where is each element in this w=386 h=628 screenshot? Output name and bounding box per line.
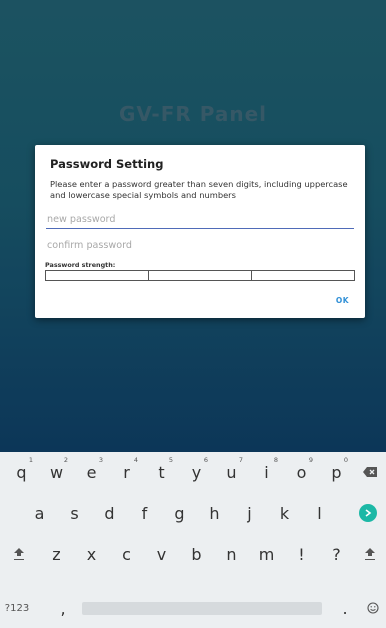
shift-key-left[interactable] xyxy=(2,534,36,574)
key-hint: 5 xyxy=(168,456,173,464)
key-o[interactable]: o9 xyxy=(284,452,319,492)
key-label: i xyxy=(264,462,269,482)
key-n[interactable]: n xyxy=(214,534,249,574)
password-strength-meter xyxy=(45,270,355,281)
key-j[interactable]: j xyxy=(232,493,267,533)
key-hint: 0 xyxy=(343,456,348,464)
key-question[interactable]: ? xyxy=(319,534,354,574)
key-v[interactable]: v xyxy=(144,534,179,574)
strength-segment-strong xyxy=(252,271,354,280)
key-b[interactable]: b xyxy=(179,534,214,574)
key-q[interactable]: q1 xyxy=(4,452,39,492)
key-label: r xyxy=(123,462,130,482)
key-w[interactable]: w2 xyxy=(39,452,74,492)
backspace-icon xyxy=(363,467,377,477)
key-hint: 2 xyxy=(63,456,68,464)
key-u[interactable]: u7 xyxy=(214,452,249,492)
key-hint: 8 xyxy=(273,456,278,464)
key-label: q xyxy=(16,462,27,482)
strength-segment-medium xyxy=(149,271,252,280)
confirm-password-field xyxy=(46,236,354,254)
symbols-key[interactable]: ?123 xyxy=(2,588,32,628)
arrow-right-icon xyxy=(365,509,372,517)
space-bar[interactable] xyxy=(82,602,322,615)
key-label: w xyxy=(49,462,64,482)
password-setting-dialog: Password Setting Please enter a password… xyxy=(35,145,365,318)
key-z[interactable]: z xyxy=(39,534,74,574)
key-label: t xyxy=(158,462,165,482)
shift-icon xyxy=(14,548,24,560)
shift-key-right[interactable] xyxy=(354,534,386,574)
key-hint: 4 xyxy=(133,456,138,464)
key-exclamation[interactable]: ! xyxy=(284,534,319,574)
key-k[interactable]: k xyxy=(267,493,302,533)
backspace-key[interactable] xyxy=(354,452,386,492)
keyboard-row-3: z x c v b n m ! ? xyxy=(0,534,386,574)
key-hint: 6 xyxy=(203,456,208,464)
key-h[interactable]: h xyxy=(197,493,232,533)
key-f[interactable]: f xyxy=(127,493,162,533)
keyboard-row-1: q1 w2 e3 r4 t5 y6 u7 i8 o9 p0 xyxy=(0,452,386,492)
confirm-password-input[interactable] xyxy=(46,236,347,254)
key-m[interactable]: m xyxy=(249,534,284,574)
key-label: u xyxy=(226,462,237,482)
strength-segment-weak xyxy=(46,271,149,280)
new-password-field xyxy=(46,210,354,229)
soft-keyboard: q1 w2 e3 r4 t5 y6 u7 i8 o9 p0 a s d f g … xyxy=(0,452,386,628)
enter-circle xyxy=(359,504,377,522)
comma-key[interactable]: , xyxy=(48,588,78,628)
shift-icon xyxy=(365,548,375,560)
password-strength-label: Password strength: xyxy=(45,261,116,269)
key-label: o xyxy=(296,462,307,482)
key-hint: 7 xyxy=(238,456,243,464)
key-t[interactable]: t5 xyxy=(144,452,179,492)
key-label: e xyxy=(86,462,97,482)
dialog-title: Password Setting xyxy=(50,157,164,171)
key-label: y xyxy=(191,462,202,482)
key-c[interactable]: c xyxy=(109,534,144,574)
key-hint: 1 xyxy=(28,456,33,464)
emoji-key[interactable] xyxy=(360,588,386,628)
emoji-icon xyxy=(367,602,379,614)
key-e[interactable]: e3 xyxy=(74,452,109,492)
key-p[interactable]: p0 xyxy=(319,452,354,492)
key-hint: 3 xyxy=(98,456,103,464)
key-s[interactable]: s xyxy=(57,493,92,533)
new-password-input[interactable] xyxy=(46,210,347,228)
key-x[interactable]: x xyxy=(74,534,109,574)
dialog-message: Please enter a password greater than sev… xyxy=(50,179,348,200)
key-l[interactable]: l xyxy=(302,493,337,533)
key-r[interactable]: r4 xyxy=(109,452,144,492)
key-label: p xyxy=(331,462,342,482)
key-g[interactable]: g xyxy=(162,493,197,533)
keyboard-row-2: a s d f g h j k l xyxy=(0,493,386,533)
enter-key[interactable] xyxy=(350,493,386,533)
period-key[interactable]: . xyxy=(330,588,360,628)
key-hint: 9 xyxy=(308,456,313,464)
key-a[interactable]: a xyxy=(22,493,57,533)
key-y[interactable]: y6 xyxy=(179,452,214,492)
key-d[interactable]: d xyxy=(92,493,127,533)
key-i[interactable]: i8 xyxy=(249,452,284,492)
ok-button[interactable]: OK xyxy=(336,296,349,305)
